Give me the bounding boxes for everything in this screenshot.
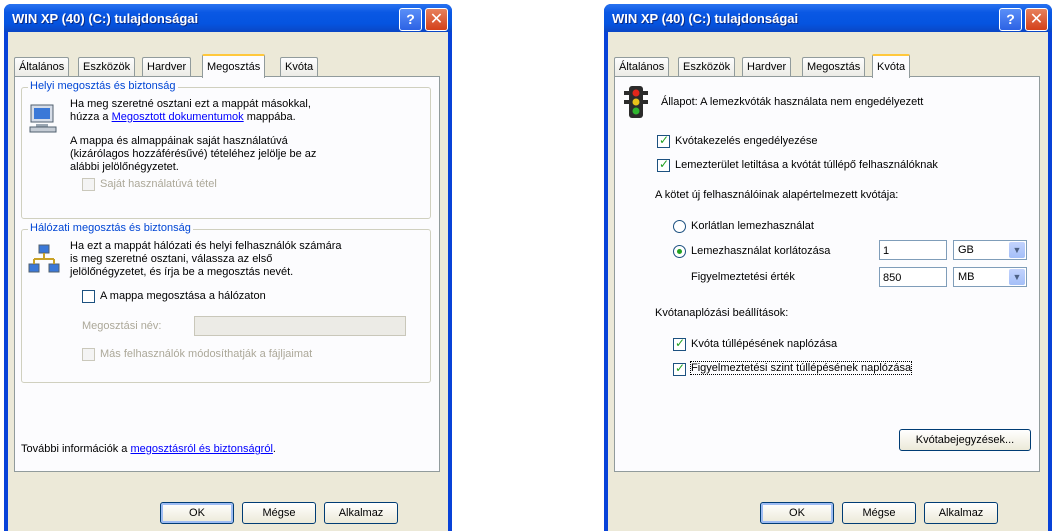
tab-general[interactable]: Általános: [14, 57, 70, 76]
ok-button[interactable]: OK: [160, 502, 234, 524]
close-button[interactable]: ✕: [1025, 8, 1048, 31]
tab-hardware[interactable]: Hardver: [742, 57, 792, 76]
local-sharing-group: Helyi megosztás és biztonság Ha meg szer…: [21, 80, 431, 219]
network-sharing-group: Hálózati megosztás és biztonság Ha ezt a…: [21, 222, 431, 383]
more-info-text: További információk a megosztásról és bi…: [21, 443, 276, 455]
dialog-client: Általános Eszközök Hardver Megosztás Kvó…: [608, 32, 1048, 531]
checkmark-icon: ✓: [659, 157, 670, 171]
help-button[interactable]: ?: [999, 8, 1022, 31]
tab-tools[interactable]: Eszközök: [678, 57, 736, 76]
apply-button[interactable]: Alkalmaz: [324, 502, 398, 524]
limit-value-input[interactable]: 1: [879, 240, 947, 260]
private-para-line2: (kizárólagos hozzáférésűvé) tételéhez je…: [70, 148, 317, 160]
network-para-line3: jelölőnégyzetet, és írja be a megosztás …: [70, 266, 294, 278]
warning-level-label: Figyelmeztetési érték: [691, 271, 795, 283]
traffic-light-icon: [624, 86, 648, 118]
text-prefix: További információk a: [21, 443, 131, 455]
tab-general[interactable]: Általános: [614, 57, 670, 76]
quota-status: Állapot: A lemezkvóták használata nem en…: [661, 96, 924, 108]
chevron-down-icon[interactable]: ▼: [1009, 242, 1025, 258]
title-bar[interactable]: WIN XP (40) (C:) tulajdonságai ? ✕: [4, 4, 452, 32]
text-suffix: mappába.: [243, 111, 296, 123]
warning-unit-select[interactable]: MB ▼: [953, 267, 1027, 287]
share-on-network-checkbox[interactable]: [82, 290, 95, 303]
logging-label: Kvótanaplózási beállítások:: [655, 307, 789, 319]
computer-icon: [29, 104, 57, 133]
warning-value-input[interactable]: 850: [879, 267, 947, 287]
local-text-line2: húzza a Megosztott dokumentumok mappába.: [70, 111, 296, 124]
make-private-label: Saját használatúvá tétel: [100, 178, 217, 190]
deny-space-checkbox[interactable]: ✓: [657, 157, 670, 172]
no-limit-radio[interactable]: [673, 220, 686, 233]
tab-quota[interactable]: Kvóta: [280, 57, 319, 76]
cancel-button[interactable]: Mégse: [842, 502, 916, 524]
limit-unit-select[interactable]: GB ▼: [953, 240, 1027, 260]
quota-page: Állapot: A lemezkvóták használata nem en…: [614, 76, 1040, 472]
window-title: WIN XP (40) (C:) tulajdonságai: [12, 11, 199, 26]
share-name-label: Megosztási név:: [82, 320, 162, 332]
tab-hardware[interactable]: Hardver: [142, 57, 192, 76]
private-para-line1: A mappa és almappáinak saját használatúv…: [70, 135, 288, 147]
checkmark-icon: ✓: [659, 133, 670, 147]
help-button[interactable]: ?: [399, 8, 422, 31]
properties-dialog-sharing: WIN XP (40) (C:) tulajdonságai ? ✕ Által…: [4, 4, 452, 531]
tab-quota[interactable]: Kvóta: [872, 54, 911, 78]
local-text-line1: Ha meg szeretné osztani ezt a mappát más…: [70, 98, 311, 110]
no-limit-label: Korlátlan lemezhasználat: [691, 220, 814, 232]
share-name-input[interactable]: [194, 316, 406, 336]
log-exceed-checkbox[interactable]: ✓: [673, 336, 686, 351]
checkmark-icon: ✓: [675, 361, 686, 375]
ok-button[interactable]: OK: [760, 502, 834, 524]
dialog-client: Általános Eszközök Hardver Megosztás Kvó…: [8, 32, 448, 531]
group-title: Hálózati megosztás és biztonság: [28, 222, 193, 234]
sharing-security-link[interactable]: megosztásról és biztonságról: [130, 443, 272, 455]
quota-entries-button[interactable]: Kvótabejegyzések...: [899, 429, 1031, 451]
tab-tools[interactable]: Eszközök: [78, 57, 136, 76]
private-para-line3: alábbi jelölőnégyzetet.: [70, 161, 179, 173]
selected-value: GB: [958, 244, 974, 256]
properties-dialog-quota: WIN XP (40) (C:) tulajdonságai ? ✕ Által…: [604, 4, 1052, 531]
log-warning-checkbox[interactable]: ✓: [673, 361, 686, 376]
log-warning-label: Figyelmeztetési szint túllépésének napló…: [689, 361, 913, 375]
tab-sharing[interactable]: Megosztás: [802, 57, 866, 76]
apply-button[interactable]: Alkalmaz: [924, 502, 998, 524]
allow-modify-checkbox[interactable]: [82, 348, 95, 361]
network-para-line1: Ha ezt a mappát hálózati és helyi felhas…: [70, 240, 342, 252]
window-title: WIN XP (40) (C:) tulajdonságai: [612, 11, 799, 26]
log-exceed-label: Kvóta túllépésének naplózása: [691, 338, 838, 350]
text-prefix: húzza a: [70, 111, 112, 123]
close-button[interactable]: ✕: [425, 8, 448, 31]
network-icon: [28, 244, 60, 273]
checkmark-icon: ✓: [675, 336, 686, 350]
default-quota-label: A kötet új felhasználóinak alapértelmeze…: [655, 189, 899, 201]
enable-quota-checkbox[interactable]: ✓: [657, 133, 670, 148]
limit-radio[interactable]: [673, 245, 686, 258]
radio-dot-icon: [677, 249, 682, 254]
title-bar[interactable]: WIN XP (40) (C:) tulajdonságai ? ✕: [604, 4, 1052, 32]
limit-label: Lemezhasználat korlátozása: [691, 245, 831, 257]
group-title: Helyi megosztás és biztonság: [28, 80, 178, 92]
sharing-page: Helyi megosztás és biztonság Ha meg szer…: [14, 76, 440, 472]
allow-modify-label: Más felhasználók módosíthatják a fájljai…: [100, 348, 313, 360]
make-private-checkbox[interactable]: [82, 178, 95, 191]
tab-sharing[interactable]: Megosztás: [202, 54, 266, 78]
deny-space-label: Lemezterület letiltása a kvótát túllépő …: [675, 159, 938, 171]
chevron-down-icon[interactable]: ▼: [1009, 269, 1025, 285]
shared-documents-link[interactable]: Megosztott dokumentumok: [112, 111, 244, 123]
share-on-network-label: A mappa megosztása a hálózaton: [100, 290, 266, 302]
text-suffix: .: [272, 443, 276, 455]
enable-quota-label: Kvótakezelés engedélyezése: [675, 135, 818, 147]
cancel-button[interactable]: Mégse: [242, 502, 316, 524]
network-para-line2: is meg szeretné osztani, válassza az els…: [70, 253, 273, 265]
selected-value: MB: [958, 271, 975, 283]
